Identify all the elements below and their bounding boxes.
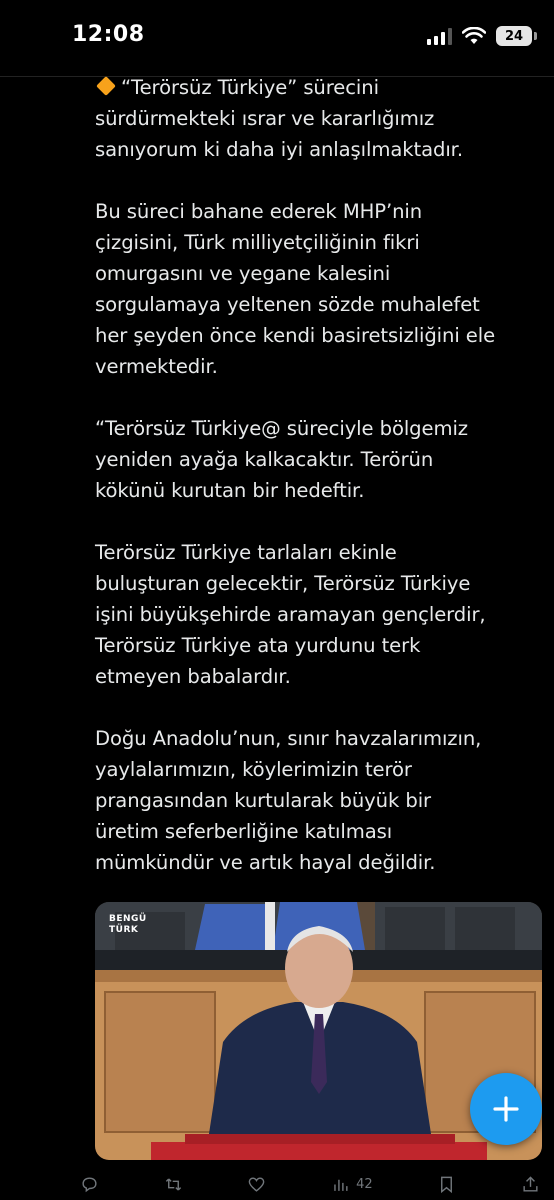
share-button[interactable]	[521, 1175, 540, 1194]
channel-logo: BENGÜ TÜRK	[109, 914, 147, 935]
tweet-line: prangasından kurtularak büyük bir	[95, 789, 432, 812]
tweet-line: yeniden ayağa kalkacaktır. Terörün	[95, 448, 434, 471]
status-time: 12:08	[72, 22, 145, 47]
tweet-line: yaylalarımızın, köylerimizin terör	[95, 758, 412, 781]
tweet-line: çizgisini, Türk milliyetçiliğinin fikri	[95, 231, 420, 254]
tweet-line: omurgasını ve yegane kalesini	[95, 262, 391, 285]
tweet-line: Terörsüz Türkiye ata yurdunu terk	[95, 634, 421, 657]
tweet-paragraph-4: Terörsüz Türkiye tarlaları ekinle buluşt…	[95, 537, 545, 692]
share-icon	[523, 1175, 538, 1192]
tweet-line: sürdürmekteki ısrar ve kararlığımız	[95, 107, 435, 130]
status-icons: 24	[427, 26, 537, 46]
tweet-line: “Terörsüz Türkiye@ süreciyle bölgemiz	[95, 417, 468, 440]
tweet-line: vermektedir.	[95, 355, 218, 378]
bookmark-icon	[441, 1176, 453, 1193]
tweet-line: etmeyen babalardır.	[95, 665, 291, 688]
tweet-line: mümkündür ve artık hayal değildir.	[95, 851, 436, 874]
status-bar: 12:08 24	[0, 0, 554, 77]
repost-button[interactable]	[164, 1175, 183, 1194]
reply-button[interactable]	[80, 1175, 99, 1194]
tweet-paragraph-3: “Terörsüz Türkiye@ süreciyle bölgemiz ye…	[95, 413, 545, 506]
tweet-line: işini büyükşehirde aramayan gençlerdir,	[95, 603, 486, 626]
tweet-line: buluşturan gelecektir, Terörsüz Türkiye	[95, 572, 471, 595]
battery-icon: 24	[496, 26, 537, 46]
plus-icon	[493, 1096, 519, 1122]
tweet-line: Bu süreci bahane ederek MHP’nin	[95, 200, 423, 223]
orange-diamond-icon	[96, 76, 116, 96]
tweet-line: üretim seferberliğine katılması	[95, 820, 393, 843]
tweet-paragraph-5: Doğu Anadolu’nun, sınır havzalarımızın, …	[95, 723, 545, 878]
tweet-line: Doğu Anadolu’nun, sınır havzalarımızın,	[95, 727, 482, 750]
cellular-signal-icon	[427, 27, 452, 45]
tweet-line: kökünü kurutan bir hedeftir.	[95, 479, 365, 502]
views-button[interactable]: 42	[331, 1175, 373, 1194]
bookmark-button[interactable]	[437, 1175, 456, 1194]
like-button[interactable]	[247, 1175, 266, 1194]
tweet-line: “Terörsüz Türkiye” sürecini	[95, 72, 545, 103]
tweet-text: “Terörsüz Türkiye” sürecini sürdürmektek…	[95, 72, 545, 909]
battery-level: 24	[504, 28, 524, 44]
views-icon	[334, 1179, 348, 1191]
tweet-line: Terörsüz Türkiye tarlaları ekinle	[95, 541, 397, 564]
tweet-paragraph-1: “Terörsüz Türkiye” sürecini sürdürmektek…	[95, 72, 545, 165]
views-count: 42	[356, 1176, 373, 1192]
reply-icon	[82, 1176, 97, 1192]
compose-button[interactable]	[470, 1073, 542, 1145]
tweet-action-bar: 42	[80, 1168, 540, 1200]
repost-icon	[165, 1177, 181, 1191]
tweet-line: sorgulamaya yeltenen sözde muhalefet	[95, 293, 480, 316]
app-screen: 12:08 24 “Terörsüz Türkiye” sürecini sür…	[0, 0, 554, 1200]
tweet-line: sanıyorum ki daha iyi anlaşılmaktadır.	[95, 138, 463, 161]
tweet-paragraph-2: Bu süreci bahane ederek MHP’nin çizgisin…	[95, 196, 545, 382]
like-icon	[249, 1176, 265, 1192]
wifi-icon	[462, 27, 486, 44]
tweet-line: her şeyden önce kendi basiretsizliğini e…	[95, 324, 496, 347]
